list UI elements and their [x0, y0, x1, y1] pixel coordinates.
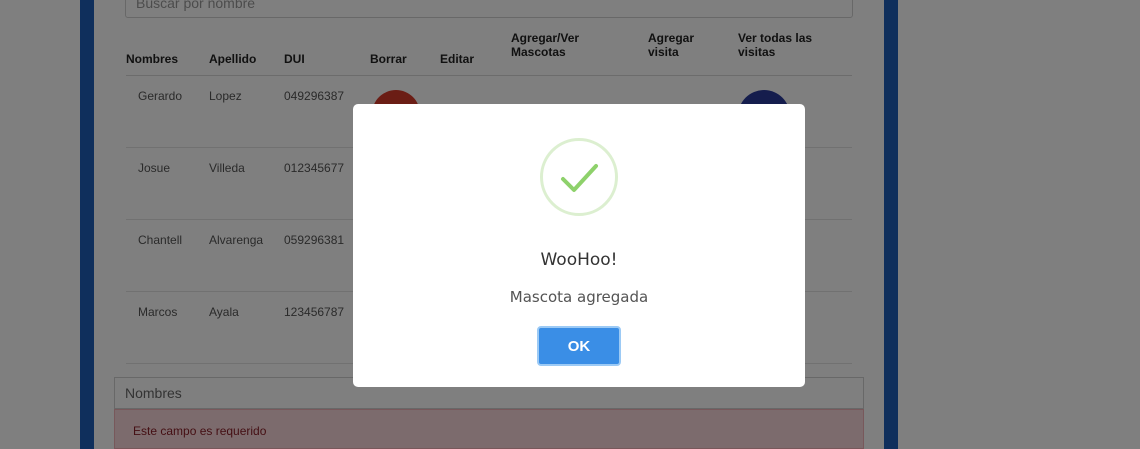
ok-button[interactable]: OK	[537, 326, 621, 366]
alert-title: WooHoo!	[540, 250, 618, 270]
success-check-icon	[540, 138, 618, 216]
success-alert-dialog: WooHoo! Mascota agregada OK	[353, 104, 805, 387]
alert-message: Mascota agregada	[509, 288, 649, 306]
